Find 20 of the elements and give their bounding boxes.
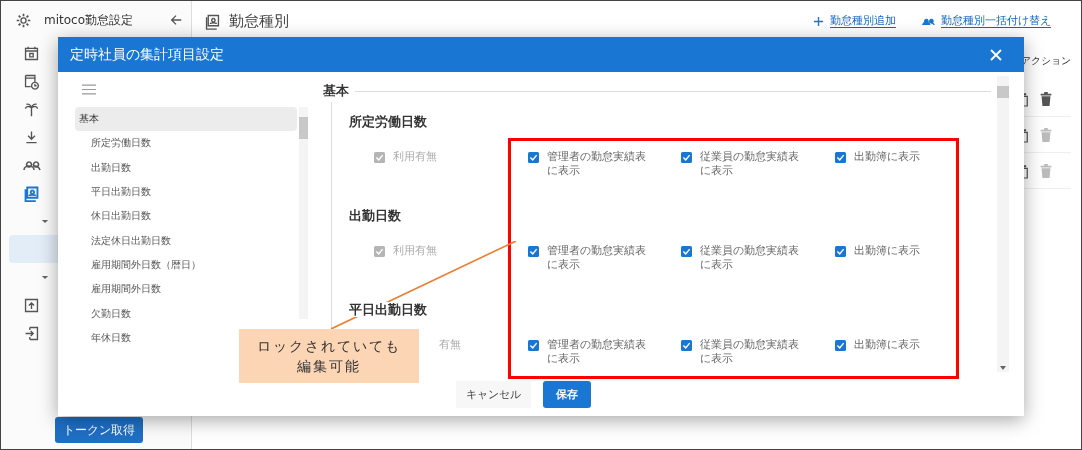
group-title: 出勤日数 bbox=[349, 208, 401, 223]
checkbox-label: 出勤簿に表示 bbox=[854, 150, 921, 164]
checkbox-label: 従業員の勤怠実績表に表示 bbox=[700, 338, 800, 366]
section-heading: 基本 bbox=[323, 82, 349, 100]
checkbox-label: 管理者の勤怠実績表に表示 bbox=[547, 244, 647, 272]
app-title: mitoco勤怠設定 bbox=[44, 11, 134, 29]
checkbox-label: 有無 bbox=[439, 338, 463, 352]
checkbox-label: 利用有無 bbox=[393, 244, 438, 258]
checkbox-label: 従業員の勤怠実績表に表示 bbox=[700, 244, 800, 272]
page-title: 勤怠種別 bbox=[229, 11, 289, 31]
callout-note: ロックされていても 編集可能 bbox=[239, 329, 419, 383]
dialog-title: 定時社員の集計項目設定 bbox=[70, 45, 225, 64]
checkbox-label: 従業員の勤怠実績表に表示 bbox=[700, 150, 800, 178]
checkbox-label: 出勤簿に表示 bbox=[854, 338, 921, 352]
group-title: 所定労働日数 bbox=[349, 114, 427, 129]
checkbox-label: 管理者の勤怠実績表に表示 bbox=[547, 150, 647, 178]
group-title: 平日出勤日数 bbox=[349, 302, 427, 317]
checkbox-label: 管理者の勤怠実績表に表示 bbox=[547, 338, 647, 366]
checkbox-label: 利用有無 bbox=[393, 150, 438, 164]
checkbox-label: 出勤簿に表示 bbox=[854, 244, 921, 258]
